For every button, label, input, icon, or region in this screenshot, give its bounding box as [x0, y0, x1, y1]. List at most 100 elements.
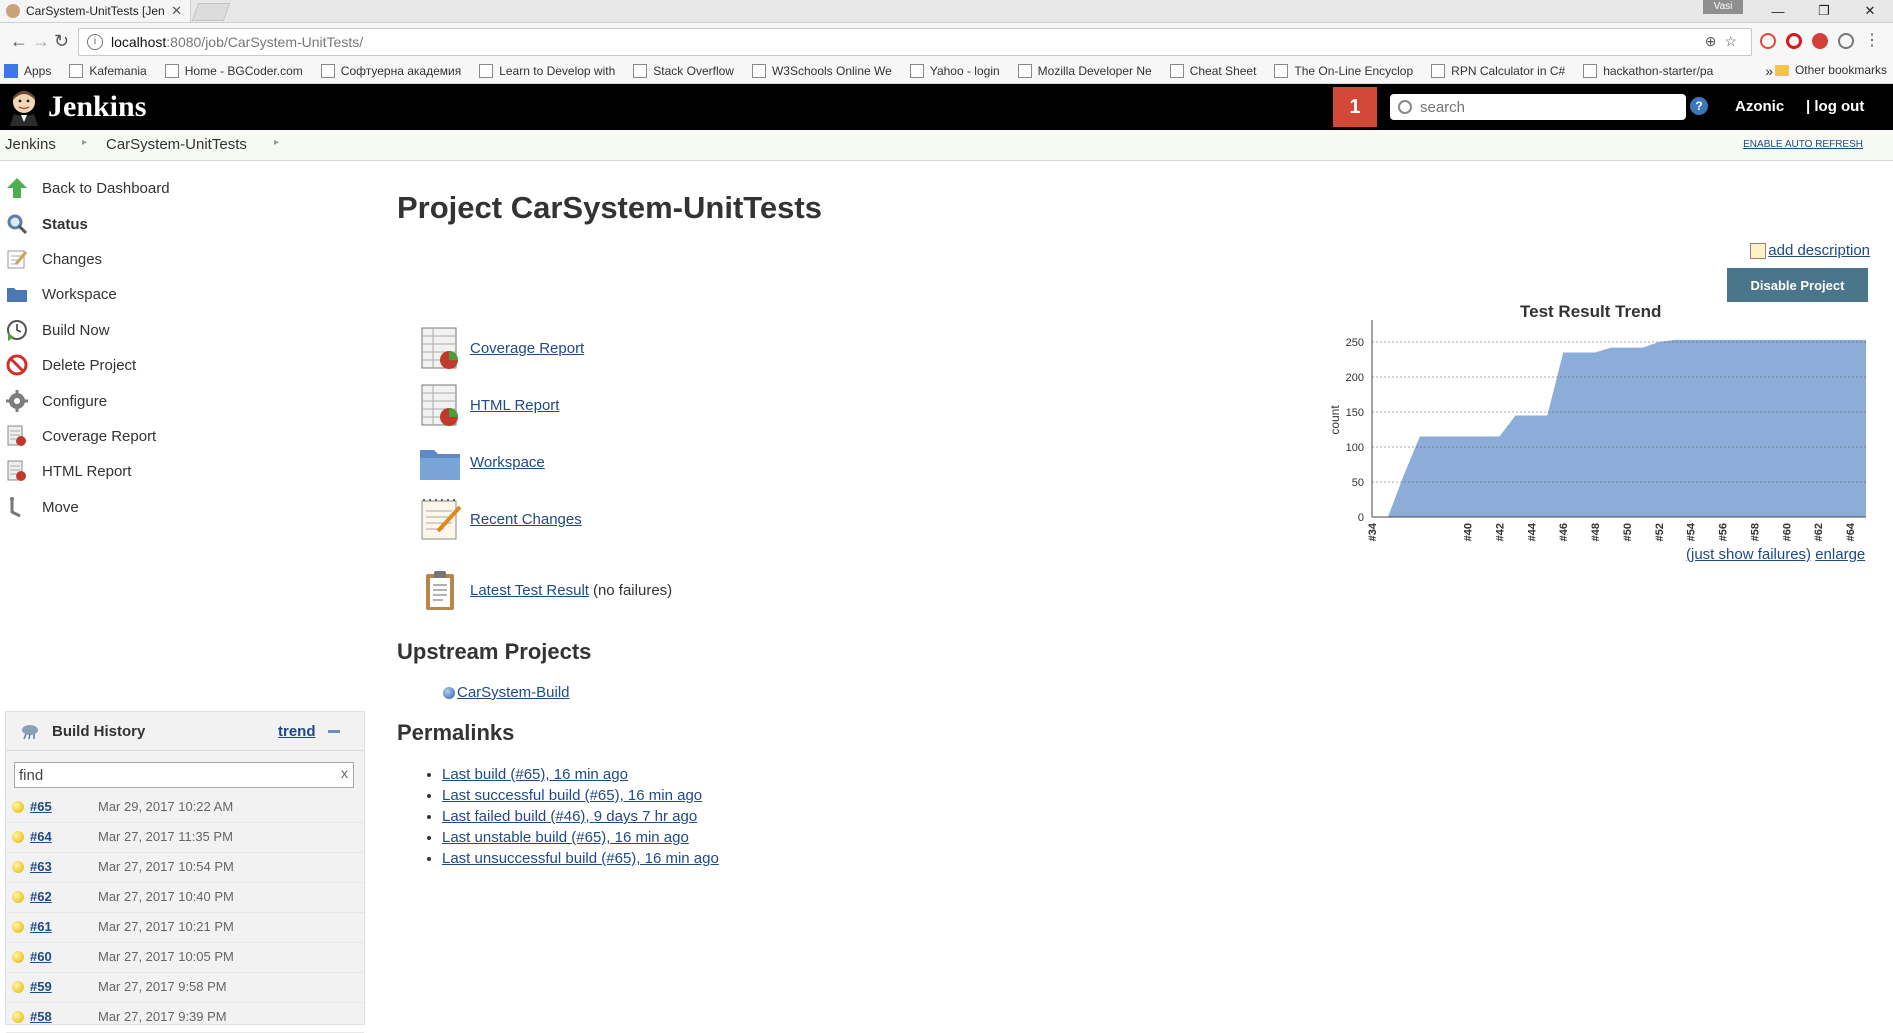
adblock-icon[interactable] [1812, 33, 1828, 49]
just-show-failures-link[interactable]: (just show failures) [1686, 546, 1811, 563]
side-task-changes[interactable]: Changes [6, 248, 102, 270]
permalink-link[interactable]: Last unsuccessful build (#65), 16 min ag… [442, 850, 719, 867]
logout-link[interactable]: | log out [1806, 98, 1864, 115]
build-number-link[interactable]: #63 [30, 859, 52, 874]
bookmark-item[interactable]: The On-Line Encyclop [1274, 64, 1413, 78]
x-tick-label: #46 [1558, 523, 1570, 541]
help-icon[interactable]: ? [1690, 97, 1708, 115]
build-find-input[interactable] [15, 763, 321, 787]
reload-icon[interactable]: ↻ [54, 31, 69, 52]
bookmark-item[interactable]: Cheat Sheet [1169, 64, 1256, 78]
breadcrumb-jenkins[interactable]: Jenkins [5, 136, 56, 153]
bookmark-item[interactable]: Mozilla Developer Ne [1017, 64, 1152, 78]
bookmark-item[interactable]: hackathon-starter/pa [1583, 64, 1713, 78]
build-number-link[interactable]: #59 [30, 979, 52, 994]
other-bookmarks[interactable]: Other bookmarks [1774, 63, 1887, 77]
build-date: Mar 27, 2017 10:54 PM [98, 859, 234, 874]
side-task-move[interactable]: Move [6, 496, 79, 518]
restore-icon[interactable]: ❐ [1801, 0, 1847, 22]
bookmark-item[interactable]: Yahoo - login [909, 64, 1000, 78]
upstream-projects-heading: Upstream Projects [397, 639, 592, 664]
build-row: #62 Mar 27, 2017 10:40 PM [6, 882, 364, 913]
minimize-icon[interactable]: — [1755, 0, 1801, 22]
bookmark-item[interactable]: Home - BGCoder.com [164, 64, 303, 78]
new-tab-button[interactable] [191, 3, 231, 21]
no-entry-icon [6, 354, 28, 376]
opera-icon[interactable] [1786, 33, 1802, 49]
side-task-workspace[interactable]: Workspace [6, 283, 117, 305]
breadcrumb-project[interactable]: CarSystem-UnitTests [106, 136, 247, 153]
browser-user-badge[interactable]: Vasi [1703, 0, 1743, 14]
upstream-project-link[interactable]: CarSystem-Build [457, 684, 570, 701]
back-arrow-icon[interactable]: ← [10, 31, 28, 52]
permalink-link[interactable]: Last unstable build (#65), 16 min ago [442, 829, 689, 846]
url-input[interactable]: i localhost:8080/job/CarSystem-UnitTests… [78, 28, 1752, 56]
permalink-link[interactable]: Last failed build (#46), 9 days 7 hr ago [442, 808, 697, 825]
latest-test-result-link[interactable]: Latest Test Result [470, 582, 589, 599]
bookmark-label: Kafemania [89, 64, 147, 78]
bookmark-label: The On-Line Encyclop [1294, 64, 1414, 78]
folder-icon [1774, 64, 1789, 76]
enable-auto-refresh-link[interactable]: ENABLE AUTO REFRESH [1743, 139, 1863, 150]
bookmark-item[interactable]: Learn to Develop with [479, 64, 615, 78]
side-task-back-to-dashboard[interactable]: Back to Dashboard [6, 177, 170, 199]
test-result-trend-chart[interactable]: 0 50 100 150 200 250 #34 #40 #42 #44 #46 #48 #50 #52 #… [1325, 300, 1885, 560]
side-task-label: Workspace [42, 285, 117, 303]
project-link[interactable]: Recent Changes [470, 511, 582, 528]
bookmark-item[interactable]: W3Schools Online We [751, 64, 892, 78]
permalink-link[interactable]: Last build (#65), 16 min ago [442, 766, 628, 783]
bookmark-label: Home - BGCoder.com [184, 64, 303, 78]
extension-icon[interactable] [1760, 33, 1776, 49]
user-link[interactable]: Azonic [1735, 98, 1784, 115]
side-task-status[interactable]: Status [6, 213, 88, 235]
project-link[interactable]: Coverage Report [470, 340, 584, 357]
disable-project-button[interactable]: Disable Project [1727, 268, 1868, 302]
permalink-link[interactable]: Last successful build (#65), 16 min ago [442, 787, 702, 804]
build-row: #63 Mar 27, 2017 10:54 PM [6, 852, 364, 883]
notification-badge[interactable]: 1 [1333, 87, 1377, 127]
trend-link[interactable]: trend [278, 723, 316, 740]
bookmark-page-icon [751, 64, 766, 78]
gear-icon [6, 390, 28, 412]
breadcrumb-arrow-icon[interactable]: ▸ [274, 137, 279, 148]
build-number-link[interactable]: #64 [30, 829, 52, 844]
collapse-icon[interactable] [328, 730, 340, 733]
project-link[interactable]: Workspace [470, 454, 545, 471]
bookmark-item[interactable]: Stack Overflow [633, 64, 734, 78]
bookmark-item[interactable]: Kafemania [69, 64, 147, 78]
add-description-link[interactable]: add description [1750, 242, 1870, 259]
build-number-link[interactable]: #62 [30, 889, 52, 904]
menu-icon[interactable]: ⋮ [1864, 33, 1880, 49]
side-task-coverage-report[interactable]: Coverage Report [6, 425, 156, 447]
forward-arrow-icon[interactable]: → [32, 31, 50, 52]
bookmark-item[interactable]: RPN Calculator in C# [1431, 64, 1565, 78]
bookmark-page-icon [909, 64, 924, 78]
eye-icon[interactable] [1838, 33, 1854, 49]
info-icon[interactable]: i [87, 34, 103, 50]
side-task-delete-project[interactable]: Delete Project [6, 354, 136, 376]
jenkins-butler-logo-icon[interactable] [6, 88, 42, 126]
browser-tab[interactable]: CarSystem-UnitTests [Jen ✕ [0, 0, 191, 22]
more-bookmarks-button[interactable]: » [1765, 63, 1773, 79]
bookmark-label: Stack Overflow [653, 64, 734, 78]
build-number-link[interactable]: #58 [30, 1009, 52, 1024]
breadcrumb-arrow-icon[interactable]: ▸ [82, 137, 87, 148]
bookmark-item[interactable]: Apps [4, 64, 51, 78]
zoom-star-icons[interactable]: ⊕☆ [1705, 33, 1745, 50]
search-input[interactable] [1418, 97, 1682, 117]
close-tab-icon[interactable]: ✕ [171, 3, 182, 19]
bookmark-item[interactable]: Софтуерна академия [320, 64, 461, 78]
y-tick-label: 200 [1346, 372, 1364, 384]
build-number-link[interactable]: #61 [30, 919, 52, 934]
side-task-configure[interactable]: Configure [6, 390, 107, 412]
enlarge-link[interactable]: enlarge [1815, 546, 1865, 563]
build-number-link[interactable]: #60 [30, 949, 52, 964]
close-window-icon[interactable]: ✕ [1847, 0, 1893, 22]
side-task-html-report[interactable]: HTML Report [6, 460, 131, 482]
clear-find-icon[interactable]: x [341, 765, 348, 781]
x-tick-label: #52 [1654, 523, 1666, 541]
jenkins-title[interactable]: Jenkins [48, 90, 146, 124]
build-number-link[interactable]: #65 [30, 799, 52, 814]
side-task-build-now[interactable]: Build Now [6, 319, 110, 341]
project-link[interactable]: HTML Report [470, 397, 559, 414]
